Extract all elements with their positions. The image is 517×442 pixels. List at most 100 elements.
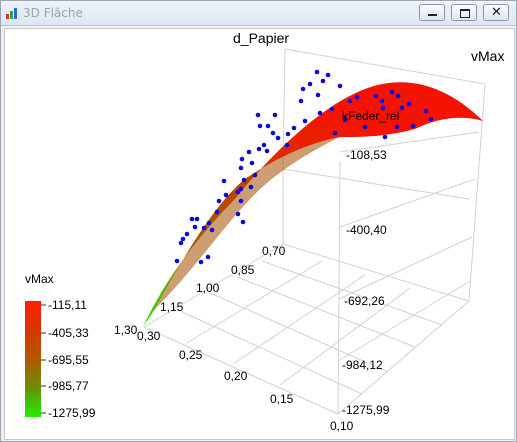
data-point [198,259,204,265]
maximize-button[interactable] [451,4,477,21]
data-point [302,118,308,124]
data-point [315,92,321,98]
data-point [317,110,323,116]
data-point [206,220,212,226]
data-point [382,134,388,140]
data-point [246,149,252,155]
title-bar[interactable]: 3D Fläche ✕ [1,1,516,26]
data-point [285,131,291,137]
data-point [423,108,429,114]
front-tick-3: 0,15 [270,392,294,406]
left-tick-3: 1,15 [160,300,184,314]
chart-app-icon [6,8,17,19]
legend-value-1: -405,33 [48,326,89,340]
data-point [272,112,278,118]
z-tick-1: -400,40 [346,223,387,237]
z-tick-0: -108,53 [346,148,387,162]
data-point [291,125,297,131]
data-point [332,130,338,136]
left-tick-2: 1,00 [196,281,220,295]
data-point [337,83,343,89]
data-point [261,142,267,148]
z-tick-2: -692,26 [344,294,385,308]
data-point [270,130,276,136]
maximize-icon [460,9,470,18]
data-point [298,98,304,104]
data-point [205,254,211,260]
data-point [265,123,271,129]
legend-value-0: -115,11 [48,298,87,312]
data-point [428,116,434,122]
data-point [275,135,281,141]
data-point [238,198,244,204]
data-point [174,258,180,264]
data-point [256,146,262,152]
data-point [410,123,416,129]
front-tick-0: 0,30 [137,329,161,343]
data-point [300,86,306,92]
left-tick-4: 1,30 [114,323,138,337]
data-point [257,123,263,129]
data-point [248,184,254,190]
data-point [223,192,229,198]
z-tick-3: -984,12 [342,358,383,372]
legend-gradient [25,301,41,417]
data-point [389,89,395,95]
app-window: 3D Fläche ✕ d_Papier vMax kFeder_rel 0,7… [0,0,517,442]
data-point [264,148,270,154]
legend-value-4: -1275,99 [48,406,96,420]
minimize-button[interactable] [419,4,445,21]
axis-label-top: d_Papier [233,30,289,46]
data-point [189,216,195,222]
data-point [239,156,245,162]
data-point [347,98,353,104]
front-tick-4: 0,10 [330,419,354,433]
front-tick-2: 0,20 [224,369,248,383]
legend-value-2: -695,55 [48,353,89,367]
data-point [214,209,220,215]
left-tick-1: 0,85 [231,263,255,277]
data-point [238,186,244,192]
data-point [238,165,244,171]
z-tick-4: -1275,99 [342,403,390,417]
data-point [379,98,385,104]
data-point [235,211,241,217]
data-point [399,105,405,111]
data-point [320,78,326,84]
data-point [249,160,255,166]
chart-area: d_Papier vMax kFeder_rel 0,70 0,85 1,00 … [4,28,515,440]
data-point [194,216,200,222]
data-point [180,236,186,242]
close-icon: ✕ [491,5,502,20]
data-point [394,124,400,130]
data-point [325,72,331,78]
close-button[interactable]: ✕ [483,4,509,21]
data-point [216,198,222,204]
data-point [241,177,247,183]
data-point [354,94,360,100]
data-point [307,81,313,87]
data-point [201,225,207,231]
front-tick-1: 0,25 [179,348,203,362]
data-point [395,93,401,99]
data-point [240,219,246,225]
axis-label-right: vMax [471,48,504,64]
data-point [255,112,261,118]
data-point [221,178,227,184]
legend-title: vMax [25,272,54,286]
color-legend: vMax -115,11 -405,33 -695,55 -985,77 -12… [25,272,96,420]
data-point [362,124,368,130]
window-title: 3D Fläche [23,6,83,20]
legend-value-3: -985,77 [48,379,89,393]
surface-underside [155,137,340,309]
data-point [314,69,320,75]
data-point [329,106,335,112]
axis-label-inner: kFeder_rel [342,109,399,123]
left-tick-0: 0,70 [262,244,286,258]
surface-chart: d_Papier vMax kFeder_rel 0,70 0,85 1,00 … [25,30,504,433]
data-point [178,240,184,246]
data-point [406,101,412,107]
data-point [284,142,290,148]
minimize-icon [428,14,437,16]
data-point [209,227,215,233]
